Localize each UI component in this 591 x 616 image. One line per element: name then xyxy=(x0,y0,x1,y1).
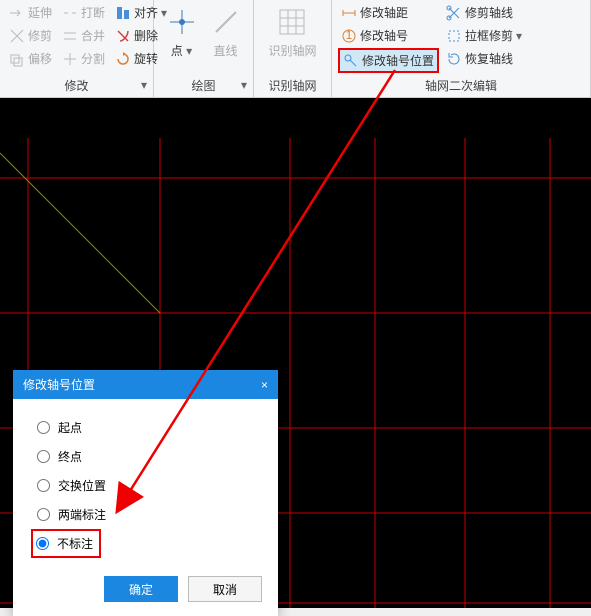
label: 两端标注 xyxy=(58,506,106,523)
dialog-modify-position: 修改轴号位置 × 起点 终点 交换位置 两端标注 不标注 确定 取消 xyxy=(13,370,278,616)
point-icon xyxy=(166,6,198,38)
label: 直线 xyxy=(213,42,237,59)
restore-axis-button[interactable]: 恢复轴线 xyxy=(443,48,525,69)
label: 延伸 xyxy=(28,4,52,21)
offset-icon xyxy=(9,51,25,67)
break-icon xyxy=(62,5,78,21)
dialog-buttons: 确定 取消 xyxy=(13,566,278,616)
line-icon xyxy=(210,6,242,38)
label: 识别轴网 xyxy=(268,42,316,59)
trim-axis-button[interactable]: 修剪轴线 xyxy=(443,2,525,23)
dialog-titlebar[interactable]: 修改轴号位置 × xyxy=(13,370,278,399)
break-button[interactable]: 打断 xyxy=(59,2,108,23)
group-title: 识别轴网 xyxy=(258,75,327,97)
label: 起点 xyxy=(58,419,82,436)
ribbon: 延伸 修剪 偏移 打断 合并 分割 对齐▾ 删除 旋转 修改▾ 点 ▾ xyxy=(0,0,591,98)
position-icon xyxy=(343,53,359,69)
label: 打断 xyxy=(81,4,105,21)
label: 分割 xyxy=(81,50,105,67)
label: 合并 xyxy=(81,27,105,44)
modify-number-button[interactable]: 1 修改轴号 xyxy=(338,25,439,46)
merge-button[interactable]: 合并 xyxy=(59,25,108,46)
label: 修改轴距 xyxy=(360,4,408,21)
highlighted-option: 不标注 xyxy=(31,529,101,558)
label: 修改轴号 xyxy=(360,27,408,44)
label: 偏移 xyxy=(28,50,52,67)
label: 修改轴号位置 xyxy=(362,52,434,69)
group-modify: 延伸 修剪 偏移 打断 合并 分割 对齐▾ 删除 旋转 修改▾ xyxy=(0,0,154,97)
radio-both[interactable]: 两端标注 xyxy=(35,500,256,529)
close-icon[interactable]: × xyxy=(261,378,268,392)
trim-icon xyxy=(9,28,25,44)
rotate-icon xyxy=(115,51,131,67)
svg-text:1: 1 xyxy=(346,28,353,42)
label: 拉框修剪 xyxy=(465,27,513,44)
grid-icon xyxy=(276,6,308,38)
group-recognize: 识别轴网 识别轴网 xyxy=(254,0,332,97)
dialog-title: 修改轴号位置 xyxy=(23,376,95,393)
ok-button[interactable]: 确定 xyxy=(104,576,178,602)
distance-icon xyxy=(341,5,357,21)
scissors-icon xyxy=(446,5,462,21)
delete-icon xyxy=(115,28,131,44)
extend-icon xyxy=(9,5,25,21)
expand-icon[interactable]: ▾ xyxy=(141,78,147,92)
label: 点 xyxy=(171,44,183,58)
radio-swap[interactable]: 交换位置 xyxy=(35,471,256,500)
merge-icon xyxy=(62,28,78,44)
line-button[interactable]: 直线 xyxy=(204,2,248,63)
restore-icon xyxy=(446,51,462,67)
trim-button[interactable]: 修剪 xyxy=(6,25,55,46)
box-trim-button[interactable]: 拉框修剪▾ xyxy=(443,25,525,46)
extend-button[interactable]: 延伸 xyxy=(6,2,55,23)
label: 交换位置 xyxy=(58,477,106,494)
box-icon xyxy=(446,28,462,44)
label: 修剪 xyxy=(28,27,52,44)
group-title: 绘图▾ xyxy=(158,75,249,97)
chevron-down-icon: ▾ xyxy=(516,29,522,43)
radio-none[interactable]: 不标注 xyxy=(34,532,95,555)
cancel-button[interactable]: 取消 xyxy=(188,576,262,602)
label: 不标注 xyxy=(57,535,93,552)
label: 终点 xyxy=(58,448,82,465)
expand-icon[interactable]: ▾ xyxy=(241,78,247,92)
align-icon xyxy=(115,5,131,21)
modify-position-button[interactable]: 修改轴号位置 xyxy=(338,48,439,73)
split-button[interactable]: 分割 xyxy=(59,48,108,69)
radio-end[interactable]: 终点 xyxy=(35,442,256,471)
group-title: 轴网二次编辑 xyxy=(336,75,586,97)
number-icon: 1 xyxy=(341,28,357,44)
modify-distance-button[interactable]: 修改轴距 xyxy=(338,2,439,23)
recognize-button[interactable]: 识别轴网 xyxy=(262,2,322,63)
radio-start[interactable]: 起点 xyxy=(35,413,256,442)
point-button[interactable]: 点 ▾ xyxy=(160,2,204,63)
group-title: 修改▾ xyxy=(4,75,149,97)
group-axis-edit: 修改轴距 1 修改轴号 修改轴号位置 修剪轴线 拉框修剪▾ 恢复轴线 轴网二次编辑 xyxy=(332,0,591,97)
label: 恢复轴线 xyxy=(465,50,513,67)
offset-button[interactable]: 偏移 xyxy=(6,48,55,69)
dialog-body: 起点 终点 交换位置 两端标注 不标注 xyxy=(13,399,278,566)
split-icon xyxy=(62,51,78,67)
chevron-down-icon: ▾ xyxy=(186,44,192,58)
label: 修剪轴线 xyxy=(465,4,513,21)
group-draw: 点 ▾ 直线 绘图▾ xyxy=(154,0,254,97)
